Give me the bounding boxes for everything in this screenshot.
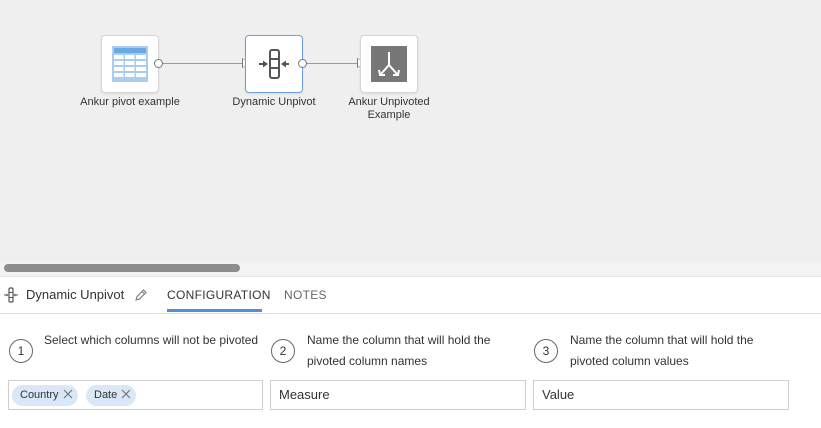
node-label-output: Ankur Unpivoted Example [348, 96, 430, 121]
close-icon[interactable] [62, 388, 74, 400]
active-tab-indicator [167, 309, 262, 312]
chip-label: Date [94, 389, 118, 401]
connector-line [307, 63, 358, 64]
step-number-2: 2 [271, 339, 295, 363]
chip-label: Country [20, 389, 59, 401]
tab-configuration[interactable]: CONFIGURATION [167, 288, 271, 302]
unpivot-icon [4, 287, 18, 303]
connector-line [163, 63, 243, 64]
chip-date[interactable]: Date [86, 385, 137, 406]
output-port[interactable] [154, 59, 163, 68]
step-number-3: 3 [534, 339, 558, 363]
values-column-input[interactable]: Value [533, 380, 789, 410]
step-text-3: Name the column that will hold the pivot… [570, 333, 754, 368]
close-icon[interactable] [120, 388, 132, 400]
names-column-input[interactable]: Measure [270, 380, 526, 410]
node-source-table[interactable] [101, 35, 159, 93]
node-dynamic-unpivot[interactable] [245, 35, 303, 93]
output-port[interactable] [298, 59, 307, 68]
chip-country[interactable]: Country [12, 385, 78, 406]
table-icon [112, 46, 148, 82]
pencil-icon[interactable] [134, 288, 148, 302]
step-number-1: 1 [9, 339, 33, 363]
node-label-unpivot: Dynamic Unpivot [232, 96, 316, 108]
canvas-scrollbar-thumb[interactable] [4, 264, 240, 272]
unpivot-icon [259, 49, 289, 79]
step-text-2: Name the column that will hold the pivot… [307, 333, 491, 368]
tab-notes[interactable]: NOTES [284, 288, 327, 302]
panel-title: Dynamic Unpivot [26, 287, 125, 302]
output-merge-icon [371, 46, 407, 82]
step-text-1: Select which columns will not be pivoted [44, 333, 259, 347]
node-label-source: Ankur pivot example [80, 96, 180, 108]
node-output[interactable] [360, 35, 418, 93]
